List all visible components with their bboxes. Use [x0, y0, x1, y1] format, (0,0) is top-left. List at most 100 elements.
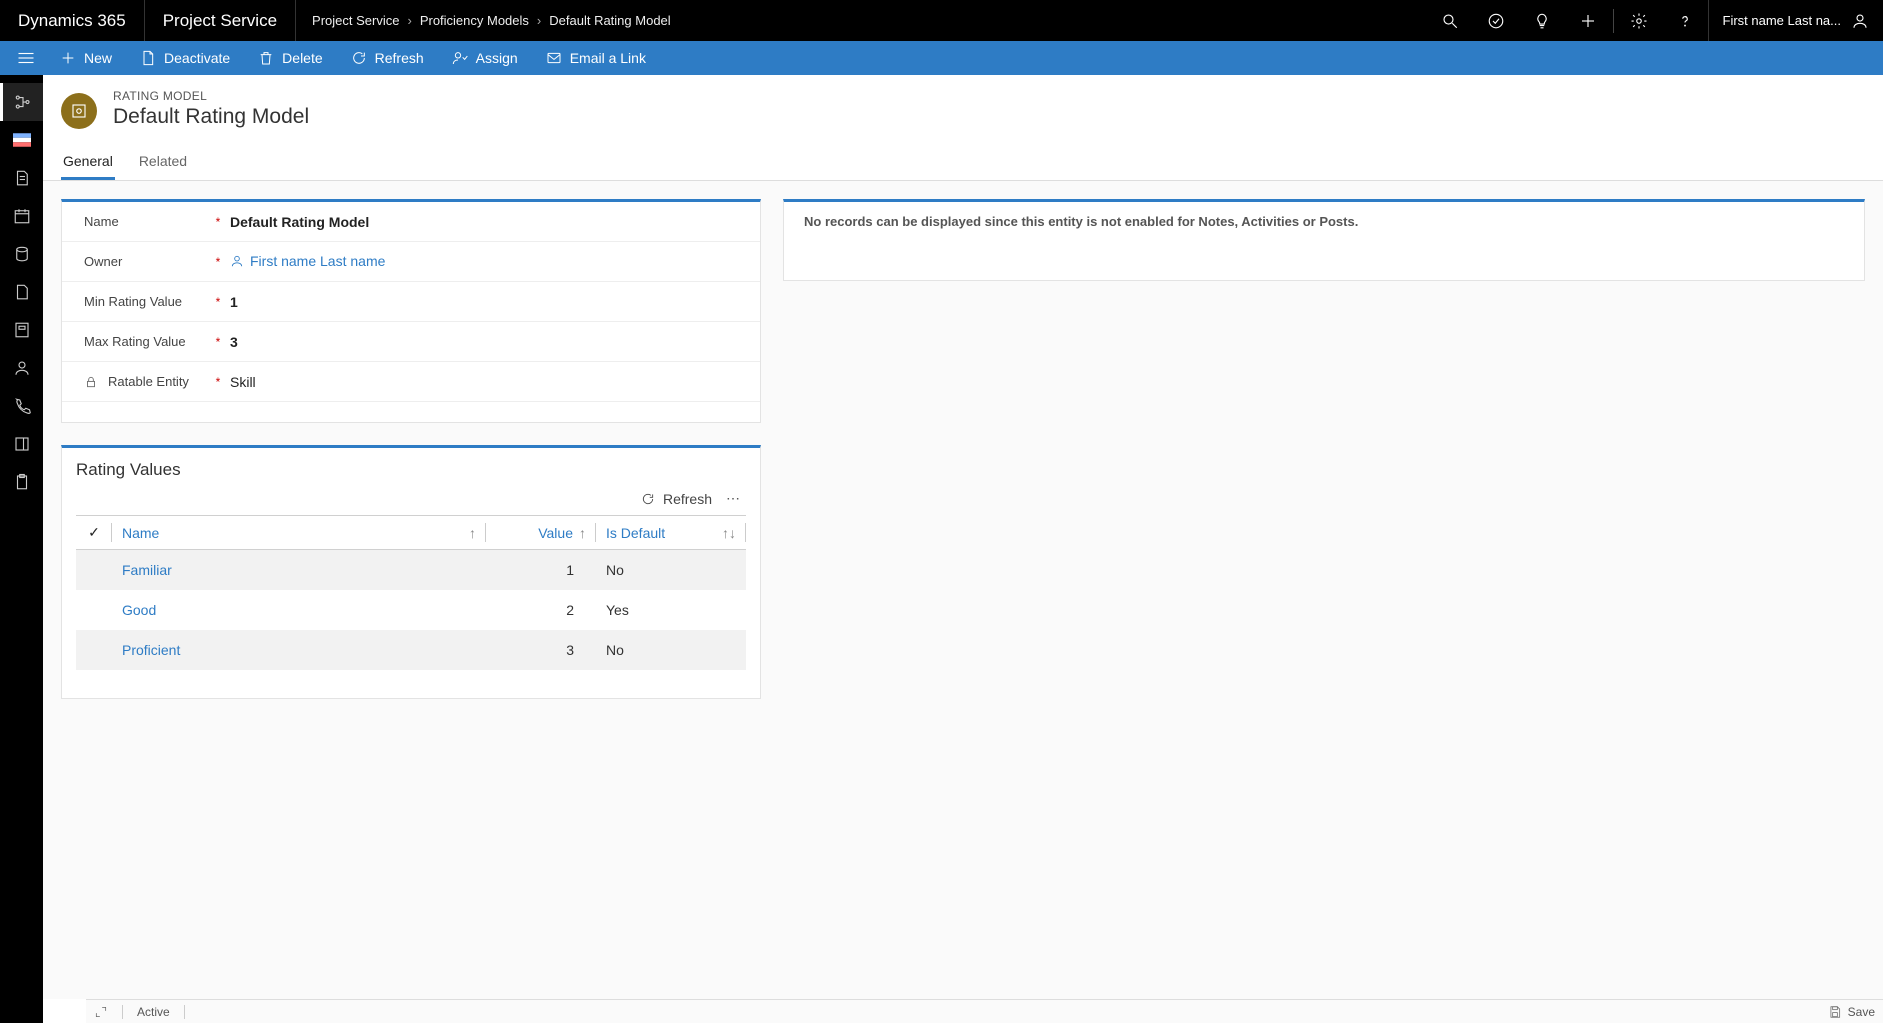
refresh-label: Refresh [375, 50, 424, 66]
nav-item-panel[interactable] [0, 425, 43, 463]
required-marker: * [212, 255, 224, 269]
person-icon [1851, 12, 1869, 30]
record-status: Active [137, 1005, 170, 1019]
table-row[interactable]: Good 2 Yes [76, 590, 746, 630]
help-icon[interactable] [1662, 0, 1708, 41]
rating-value-is-default: No [596, 550, 746, 591]
table-row[interactable]: Familiar 1 No [76, 550, 746, 591]
nav-item-calendar[interactable] [0, 197, 43, 235]
rating-value-is-default: No [596, 630, 746, 670]
nav-item-document[interactable] [0, 273, 43, 311]
nav-item-sitemap[interactable] [0, 83, 43, 121]
column-name[interactable]: Name↑ [112, 516, 486, 550]
rating-value-link[interactable]: Familiar [122, 562, 172, 578]
save-icon [1828, 1005, 1842, 1019]
sort-asc-icon: ↑ [579, 525, 586, 541]
min-rating-label: Min Rating Value [84, 294, 212, 309]
name-label: Name [84, 214, 212, 229]
main-content: RATING MODEL Default Rating Model Genera… [43, 75, 1883, 1023]
nav-item-notes[interactable] [0, 159, 43, 197]
subgrid-more-button[interactable]: ⋯ [726, 490, 742, 507]
column-is-default[interactable]: Is Default↑↓ [596, 516, 746, 550]
command-bar: New Deactivate Delete Refresh Assign Ema… [0, 41, 1883, 75]
ratable-entity-label-text: Ratable Entity [108, 374, 189, 389]
tab-related[interactable]: Related [137, 145, 189, 180]
rating-value-value: 3 [486, 630, 596, 670]
sitemap-toggle[interactable] [6, 41, 46, 75]
name-field[interactable]: Default Rating Model [224, 214, 752, 230]
divider [1613, 9, 1614, 33]
status-bar: Active Save [86, 999, 1883, 1023]
top-bar: Dynamics 365 Project Service Project Ser… [0, 0, 1883, 41]
required-marker: * [212, 375, 224, 389]
delete-button[interactable]: Delete [244, 41, 336, 75]
record-header: RATING MODEL Default Rating Model [43, 75, 1883, 145]
max-rating-field[interactable]: 3 [224, 334, 752, 350]
nav-item-data[interactable] [0, 235, 43, 273]
entity-icon [61, 93, 97, 129]
search-icon[interactable] [1427, 0, 1473, 41]
nav-item-template[interactable] [0, 311, 43, 349]
email-link-label: Email a Link [570, 50, 646, 66]
brand[interactable]: Dynamics 365 [0, 0, 145, 41]
new-label: New [84, 50, 112, 66]
breadcrumb-item[interactable]: Default Rating Model [549, 13, 670, 28]
expand-icon[interactable] [94, 1005, 108, 1019]
sort-asc-icon: ↑ [469, 525, 476, 541]
grid-select-all[interactable]: ✓ [76, 516, 112, 550]
subgrid-toolbar: Refresh ⋯ [62, 486, 760, 515]
column-value[interactable]: Value↑ [486, 516, 596, 550]
rating-value-is-default: Yes [596, 590, 746, 630]
owner-lookup[interactable]: First name Last name [230, 253, 385, 269]
rating-value-link[interactable]: Good [122, 602, 156, 618]
module-switcher[interactable]: Project Service [145, 0, 296, 41]
table-row[interactable]: Proficient 3 No [76, 630, 746, 670]
nav-item-pinned[interactable] [0, 121, 43, 159]
left-nav [0, 75, 43, 1023]
max-rating-label: Max Rating Value [84, 334, 212, 349]
deactivate-button[interactable]: Deactivate [126, 41, 244, 75]
nav-item-people[interactable] [0, 349, 43, 387]
deactivate-label: Deactivate [164, 50, 230, 66]
page-title: Default Rating Model [113, 105, 309, 129]
tab-general[interactable]: General [61, 145, 115, 180]
task-icon[interactable] [1473, 0, 1519, 41]
rating-value-value: 1 [486, 550, 596, 591]
subgrid-title: Rating Values [62, 448, 760, 486]
nav-item-clipboard[interactable] [0, 463, 43, 501]
required-marker: * [212, 295, 224, 309]
new-button[interactable]: New [46, 41, 126, 75]
gear-icon[interactable] [1616, 0, 1662, 41]
breadcrumb-item[interactable]: Project Service [312, 13, 399, 28]
save-button[interactable]: Save [1828, 1005, 1875, 1019]
timeline-empty-notice: No records can be displayed since this e… [784, 202, 1864, 241]
user-name: First name Last na... [1723, 13, 1842, 28]
add-icon[interactable] [1565, 0, 1611, 41]
owner-value: First name Last name [250, 253, 385, 269]
person-icon [230, 254, 244, 268]
email-link-button[interactable]: Email a Link [532, 41, 660, 75]
flag-icon [13, 133, 31, 147]
ratable-entity-label: Ratable Entity [84, 374, 212, 389]
rating-value-value: 2 [486, 590, 596, 630]
lock-icon [84, 375, 98, 389]
assign-button[interactable]: Assign [438, 41, 532, 75]
breadcrumb: Project Service › Proficiency Models › D… [296, 13, 671, 28]
save-label: Save [1848, 1005, 1875, 1019]
chevron-right-icon: › [537, 13, 541, 28]
ratable-entity-field: Skill [224, 374, 752, 390]
min-rating-field[interactable]: 1 [224, 294, 752, 310]
lightbulb-icon[interactable] [1519, 0, 1565, 41]
user-menu[interactable]: First name Last na... [1708, 0, 1883, 41]
rating-values-grid: ✓ Name↑ Value↑ Is Default↑↓ [76, 515, 746, 670]
subgrid-refresh-button[interactable]: Refresh [641, 491, 712, 507]
sort-icon: ↑↓ [722, 525, 736, 541]
rating-values-panel: Rating Values Refresh ⋯ ✓ Name↑ [61, 445, 761, 699]
breadcrumb-item[interactable]: Proficiency Models [420, 13, 529, 28]
top-icons [1427, 0, 1708, 41]
delete-label: Delete [282, 50, 322, 66]
refresh-button[interactable]: Refresh [337, 41, 438, 75]
nav-item-phone[interactable] [0, 387, 43, 425]
required-marker: * [212, 335, 224, 349]
rating-value-link[interactable]: Proficient [122, 642, 180, 658]
